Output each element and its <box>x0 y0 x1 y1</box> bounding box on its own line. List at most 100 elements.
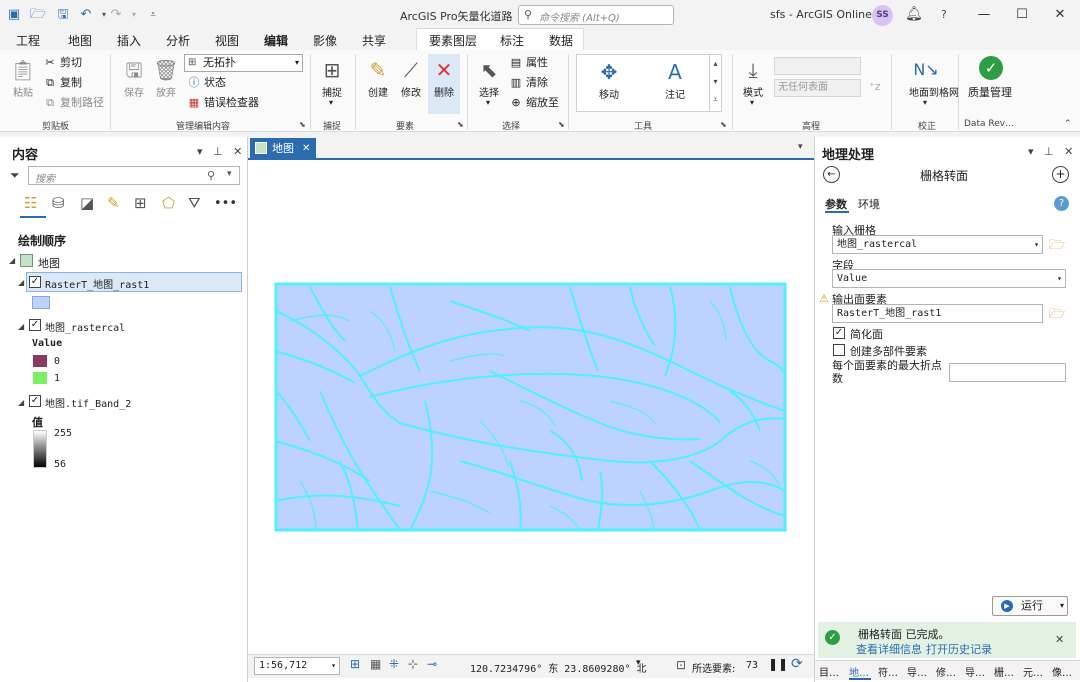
input-raster-select[interactable]: 地图_rastercal ▾ <box>832 235 1043 254</box>
close-banner-icon[interactable]: ✕ <box>1055 633 1064 646</box>
correction-icon[interactable]: ⊸ <box>427 657 437 671</box>
tab-share[interactable]: 共享 <box>362 32 386 49</box>
delete-button[interactable]: ✕ 删除 <box>427 56 461 99</box>
browse-folder-icon[interactable]: 🗁 <box>1049 305 1065 327</box>
save-edits-button[interactable]: 🖫 保存 <box>117 56 151 99</box>
back-arrow-icon[interactable]: ← <box>823 166 840 183</box>
modify-button[interactable]: ⟋ 修改 <box>394 56 428 99</box>
pin-icon[interactable]: ⊥ <box>213 145 223 158</box>
collapse-ribbon-icon[interactable]: ⌃ <box>1064 119 1072 129</box>
pane-tab[interactable]: 目… <box>819 664 839 679</box>
simplify-polygons-checkbox[interactable]: ✓ <box>833 327 845 339</box>
snapping-view-icon[interactable]: ⊞ <box>134 194 147 212</box>
tab-map[interactable]: 地图 <box>68 32 92 49</box>
close-pane-icon[interactable]: ✕ <box>1064 145 1073 158</box>
tab-data[interactable]: 数据 <box>549 32 573 49</box>
cut-button[interactable]: ✂ 剪切 <box>42 54 82 72</box>
tab-insert[interactable]: 插入 <box>117 32 141 49</box>
layer-name[interactable]: RasterT_地图_rast1 <box>45 276 149 291</box>
run-button[interactable]: ▶ 运行 ▾ <box>992 596 1068 616</box>
undo-icon[interactable]: ↶ <box>78 7 94 23</box>
open-folder-icon[interactable]: 🗁 <box>30 7 46 23</box>
tab-analysis[interactable]: 分析 <box>166 32 190 49</box>
output-features-input[interactable]: RasterT_地图_rast1 <box>832 304 1043 323</box>
maximize-button[interactable]: ☐ <box>1008 5 1036 25</box>
save-project-icon[interactable]: 🖫 <box>55 7 71 23</box>
copy-path-button[interactable]: ⧉ 复制路径 <box>42 94 104 112</box>
dialog-launcher-icon[interactable]: ⬊ <box>720 120 727 129</box>
tab-imagery[interactable]: 影像 <box>313 32 337 49</box>
pane-menu-icon[interactable]: ▾ <box>1028 145 1034 158</box>
user-name[interactable]: sfs - ArcGIS Online <box>770 8 872 21</box>
navigator-icon[interactable]: ⊞ <box>350 657 360 671</box>
pane-tab[interactable]: 栅… <box>994 664 1014 679</box>
dialog-launcher-icon[interactable]: ⬊ <box>299 120 306 129</box>
collapse-arrow-icon[interactable]: ◢ <box>9 256 15 265</box>
project-icon[interactable]: ▣ <box>6 7 22 23</box>
zoom-to-button[interactable]: ⊕ 缩放至 <box>508 94 559 112</box>
dialog-launcher-icon[interactable]: ⬊ <box>457 120 464 129</box>
field-select[interactable]: Value ▾ <box>832 269 1066 288</box>
multipart-checkbox[interactable] <box>833 344 845 356</box>
create-button[interactable]: ✎ 创建 <box>361 56 395 99</box>
help-icon[interactable]: ? <box>1054 196 1069 211</box>
help-button[interactable]: ? <box>941 8 947 21</box>
collapse-arrow-icon[interactable]: ◢ <box>18 322 24 331</box>
paste-button[interactable]: 📋︎ 粘贴 <box>6 56 40 99</box>
ground-to-grid-button[interactable]: N↘ 地面到格网 <box>909 56 959 99</box>
discard-edits-button[interactable]: 🗑︎ 放弃 <box>149 56 183 99</box>
add-icon[interactable]: + <box>1052 166 1069 183</box>
tab-project[interactable]: 工程 <box>16 32 40 49</box>
close-window-button[interactable]: ✕ <box>1046 5 1074 25</box>
redo-dropdown-icon[interactable]: ▾ <box>126 7 142 23</box>
snapping-toggle-icon[interactable]: ⁜ <box>389 657 399 671</box>
error-inspector-button[interactable]: ▦ 错误检查器 <box>186 94 259 112</box>
constraints-icon[interactable]: ⊹ <box>408 657 418 671</box>
pane-tab[interactable]: 导… <box>965 664 985 679</box>
chevron-down-icon[interactable]: ▾ <box>486 98 490 107</box>
editing-view-icon[interactable]: ✎ <box>107 194 120 212</box>
redo-icon[interactable]: ↷ <box>108 7 124 23</box>
layer-visibility-checkbox[interactable]: ✓ <box>29 319 41 331</box>
layer-name[interactable]: 地图_rastercal <box>45 319 125 334</box>
legend-swatch[interactable] <box>33 355 47 367</box>
bell-icon[interactable]: 🔔︎ <box>905 6 923 22</box>
layer-visibility-checkbox[interactable]: ✓ <box>29 395 41 407</box>
selection-view-icon[interactable]: ◪ <box>80 194 94 212</box>
tab-labeling[interactable]: 标注 <box>500 32 524 49</box>
map-canvas[interactable] <box>250 161 812 653</box>
tab-parameters[interactable]: 参数 <box>825 196 847 212</box>
contents-search-input[interactable]: 搜索 ⚲ ▾ <box>28 166 240 185</box>
pane-tab[interactable]: 修… <box>936 664 956 679</box>
topology-select[interactable]: ⊞ 无拓扑 ▾ <box>184 54 303 72</box>
max-vertices-input[interactable] <box>949 363 1066 382</box>
legend-swatch[interactable] <box>33 372 47 384</box>
pane-tab[interactable]: 像… <box>1052 664 1072 679</box>
tab-view[interactable]: 视图 <box>215 32 239 49</box>
close-tab-icon[interactable]: ✕ <box>302 138 310 159</box>
tab-edit[interactable]: 编辑 <box>264 32 289 52</box>
annotate-tool-button[interactable]: A 注记 <box>658 58 692 101</box>
collapse-arrow-icon[interactable]: ◢ <box>18 398 24 407</box>
gallery-scroll[interactable]: ▴ ▾ ⩡ <box>709 55 721 111</box>
tab-map-view[interactable]: 地图 ✕ <box>250 138 316 159</box>
chevron-down-icon[interactable]: ▾ <box>636 658 641 668</box>
chevron-down-icon[interactable]: ▾ <box>750 98 754 107</box>
scale-select[interactable]: 1:56,712 ▾ <box>254 657 340 675</box>
elevation-mode-button[interactable]: ⤓ 模式 <box>736 56 770 99</box>
minimize-button[interactable]: — <box>970 5 998 25</box>
clear-selection-button[interactable]: ▥ 清除 <box>508 74 548 92</box>
browse-folder-icon[interactable]: 🗁 <box>1049 236 1065 258</box>
polygon-symbol-swatch[interactable] <box>32 296 50 309</box>
pane-tab[interactable]: 元… <box>1023 664 1043 679</box>
close-pane-icon[interactable]: ✕ <box>233 145 242 158</box>
status-button[interactable]: ⓘ 状态 <box>186 74 227 92</box>
map-root-label[interactable]: 地图 <box>38 255 60 271</box>
tab-environments[interactable]: 环境 <box>858 196 880 212</box>
pause-drawing-icon[interactable]: ❚❚ <box>768 657 788 671</box>
copy-button[interactable]: ⧉ 复制 <box>42 74 82 92</box>
elevation-plus-icon[interactable]: ⁺z <box>869 80 881 93</box>
chevron-down-icon[interactable]: ▾ <box>329 98 333 107</box>
elevation-surface-select[interactable]: 无任何表面 <box>774 79 861 97</box>
perspective-view-icon[interactable]: ⛛ <box>188 194 201 212</box>
